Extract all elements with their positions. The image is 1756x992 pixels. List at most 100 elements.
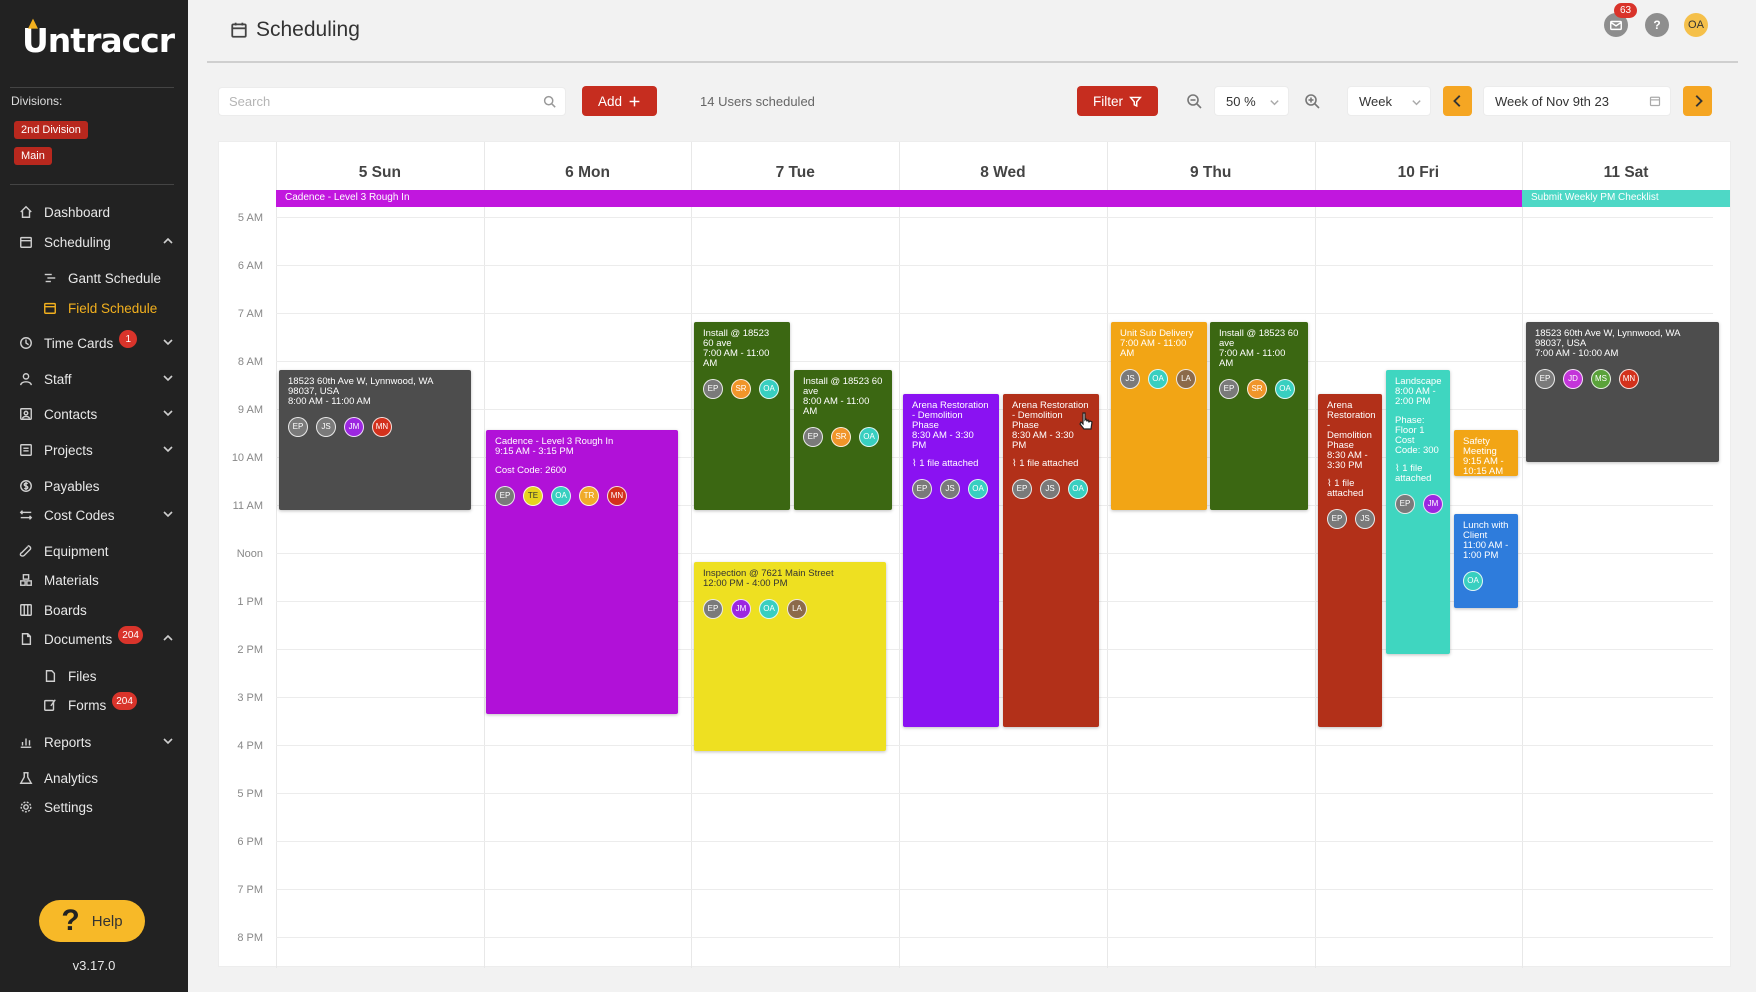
avatar[interactable]: MN (372, 417, 392, 437)
avatar[interactable]: SR (831, 427, 851, 447)
avatar[interactable]: OA (551, 486, 571, 506)
sidebar-item-cost-codes[interactable]: Cost Codes (18, 503, 174, 527)
chevron-down-icon[interactable] (162, 336, 174, 348)
help-icon[interactable]: ? (1645, 13, 1669, 37)
sidebar-item-equipment[interactable]: Equipment (18, 539, 174, 563)
avatar[interactable]: OA (1275, 379, 1295, 399)
schedule-event[interactable]: Install @ 18523 60 ave 7:00 AM - 11:00 AM… (694, 322, 790, 510)
sidebar-item-forms[interactable]: Forms 204 (42, 692, 174, 717)
avatar[interactable]: LA (1176, 369, 1196, 389)
sidebar-item-materials[interactable]: Materials (18, 568, 174, 592)
avatar[interactable]: SR (731, 379, 751, 399)
prev-week-button[interactable] (1443, 86, 1472, 116)
app-logo[interactable]: ▲ Untraccr (22, 16, 175, 62)
next-week-button[interactable] (1683, 86, 1712, 116)
avatar[interactable]: MS (1591, 369, 1611, 389)
avatar[interactable]: EP (1395, 494, 1415, 514)
schedule-event[interactable]: Arena Restoration - Demolition Phase 8:30… (903, 394, 999, 727)
avatar[interactable]: OA (1148, 369, 1168, 389)
avatar[interactable]: MN (1619, 369, 1639, 389)
help-button[interactable]: ? Help (39, 900, 145, 942)
schedule-event[interactable]: Arena Restoration - Demolition Phase 8:30… (1318, 394, 1382, 727)
schedule-event[interactable]: Lunch with Client 11:00 AM - 1:00 PM OA (1454, 514, 1518, 608)
sidebar-item-field-schedule[interactable]: Field Schedule (42, 296, 174, 320)
zoom-out-icon[interactable] (1186, 93, 1202, 109)
avatar[interactable]: EP (1012, 479, 1032, 499)
sidebar-item-settings[interactable]: Settings (18, 795, 174, 819)
avatar[interactable]: OA (859, 427, 879, 447)
avatar[interactable]: JM (344, 417, 364, 437)
zoom-select[interactable]: 50 % (1214, 86, 1289, 116)
schedule-event[interactable]: Arena Restoration - Demolition Phase 8:30… (1003, 394, 1099, 727)
sidebar-item-reports[interactable]: Reports (18, 730, 174, 754)
avatar[interactable]: JM (1423, 494, 1443, 514)
avatar[interactable]: EP (1535, 369, 1555, 389)
avatar[interactable]: OA (759, 599, 779, 619)
chevron-down-icon[interactable] (162, 443, 174, 455)
avatar[interactable]: JD (1563, 369, 1583, 389)
avatar[interactable]: OA (759, 379, 779, 399)
avatar[interactable]: MN (607, 486, 627, 506)
avatar[interactable]: JS (1120, 369, 1140, 389)
avatar[interactable]: JM (731, 599, 751, 619)
chevron-up-icon[interactable] (162, 235, 174, 247)
schedule-event[interactable]: Cadence - Level 3 Rough In 9:15 AM - 3:15… (486, 430, 678, 714)
avatar[interactable]: JS (1355, 509, 1375, 529)
sidebar-item-analytics[interactable]: Analytics (18, 766, 174, 790)
avatar[interactable]: SR (1247, 379, 1267, 399)
sidebar-item-contacts[interactable]: Contacts (18, 402, 174, 426)
zoom-in-icon[interactable] (1304, 93, 1320, 109)
schedule-event[interactable]: Inspection @ 7621 Main Street 12:00 PM - … (694, 562, 886, 751)
avatar[interactable]: EP (803, 427, 823, 447)
sidebar-item-scheduling[interactable]: Scheduling (18, 230, 174, 254)
sidebar-item-files[interactable]: Files (42, 664, 174, 688)
division-badge-main[interactable]: Main (14, 147, 52, 165)
chevron-up-icon[interactable] (162, 632, 174, 644)
avatar[interactable]: EP (1219, 379, 1239, 399)
schedule-event[interactable]: 18523 60th Ave W, Lynnwood, WA 98037, US… (1526, 322, 1719, 462)
avatar[interactable]: EP (495, 486, 515, 506)
filter-button[interactable]: Filter (1077, 86, 1158, 116)
schedule-event[interactable]: Install @ 18523 60 ave 7:00 AM - 11:00 AM… (1210, 322, 1308, 510)
avatar[interactable]: TR (579, 486, 599, 506)
chevron-down-icon[interactable] (162, 372, 174, 384)
avatar[interactable]: EP (1327, 509, 1347, 529)
chevron-down-icon[interactable] (162, 508, 174, 520)
avatar[interactable]: EP (703, 379, 723, 399)
avatar[interactable]: OA (1463, 571, 1483, 591)
avatar[interactable]: JS (940, 479, 960, 499)
avatar[interactable]: TE (523, 486, 543, 506)
all-day-banner[interactable]: Cadence - Level 3 Rough In (276, 190, 1522, 207)
week-picker[interactable]: Week of Nov 9th 23 (1483, 86, 1671, 116)
avatar[interactable]: LA (787, 599, 807, 619)
sidebar-item-boards[interactable]: Boards (18, 598, 174, 622)
avatar[interactable]: OA (968, 479, 988, 499)
sidebar-item-staff[interactable]: Staff (18, 367, 174, 391)
schedule-event[interactable]: Landscape 8:00 AM - 2:00 PM Phase: Floor 1… (1386, 370, 1450, 654)
schedule-event[interactable]: Safety Meeting 9:15 AM - 10:15 AM (1454, 430, 1518, 476)
add-button[interactable]: Add (582, 86, 657, 116)
sidebar-item-dashboard[interactable]: Dashboard (18, 200, 174, 224)
avatar[interactable]: EP (703, 599, 723, 619)
chevron-down-icon[interactable] (162, 407, 174, 419)
schedule-event[interactable]: Install @ 18523 60 ave 8:00 AM - 11:00 AM… (794, 370, 892, 510)
avatar[interactable]: JS (316, 417, 336, 437)
sidebar-item-documents[interactable]: Documents 204 (18, 626, 174, 651)
user-avatar[interactable]: OA (1684, 13, 1708, 37)
all-day-banner[interactable]: Submit Weekly PM Checklist (1522, 190, 1730, 207)
schedule-event[interactable]: 18523 60th Ave W, Lynnwood, WA 98037, US… (279, 370, 471, 510)
schedule-event[interactable]: Unit Sub Delivery 7:00 AM - 11:00 AM JS OA L… (1111, 322, 1207, 510)
search-icon[interactable] (543, 95, 556, 113)
sidebar-item-projects[interactable]: Projects (18, 438, 174, 462)
sidebar-item-gantt-schedule[interactable]: Gantt Schedule (42, 266, 174, 290)
sidebar-item-payables[interactable]: Payables (18, 474, 174, 498)
avatar[interactable]: OA (1068, 479, 1088, 499)
search-input[interactable] (219, 88, 519, 115)
avatar[interactable]: EP (288, 417, 308, 437)
sidebar-item-time-cards[interactable]: Time Cards 1 (18, 330, 174, 355)
division-badge-2nd[interactable]: 2nd Division (14, 121, 88, 139)
view-select[interactable]: Week (1347, 86, 1431, 116)
avatar[interactable]: EP (912, 479, 932, 499)
chevron-down-icon[interactable] (162, 735, 174, 747)
avatar[interactable]: JS (1040, 479, 1060, 499)
